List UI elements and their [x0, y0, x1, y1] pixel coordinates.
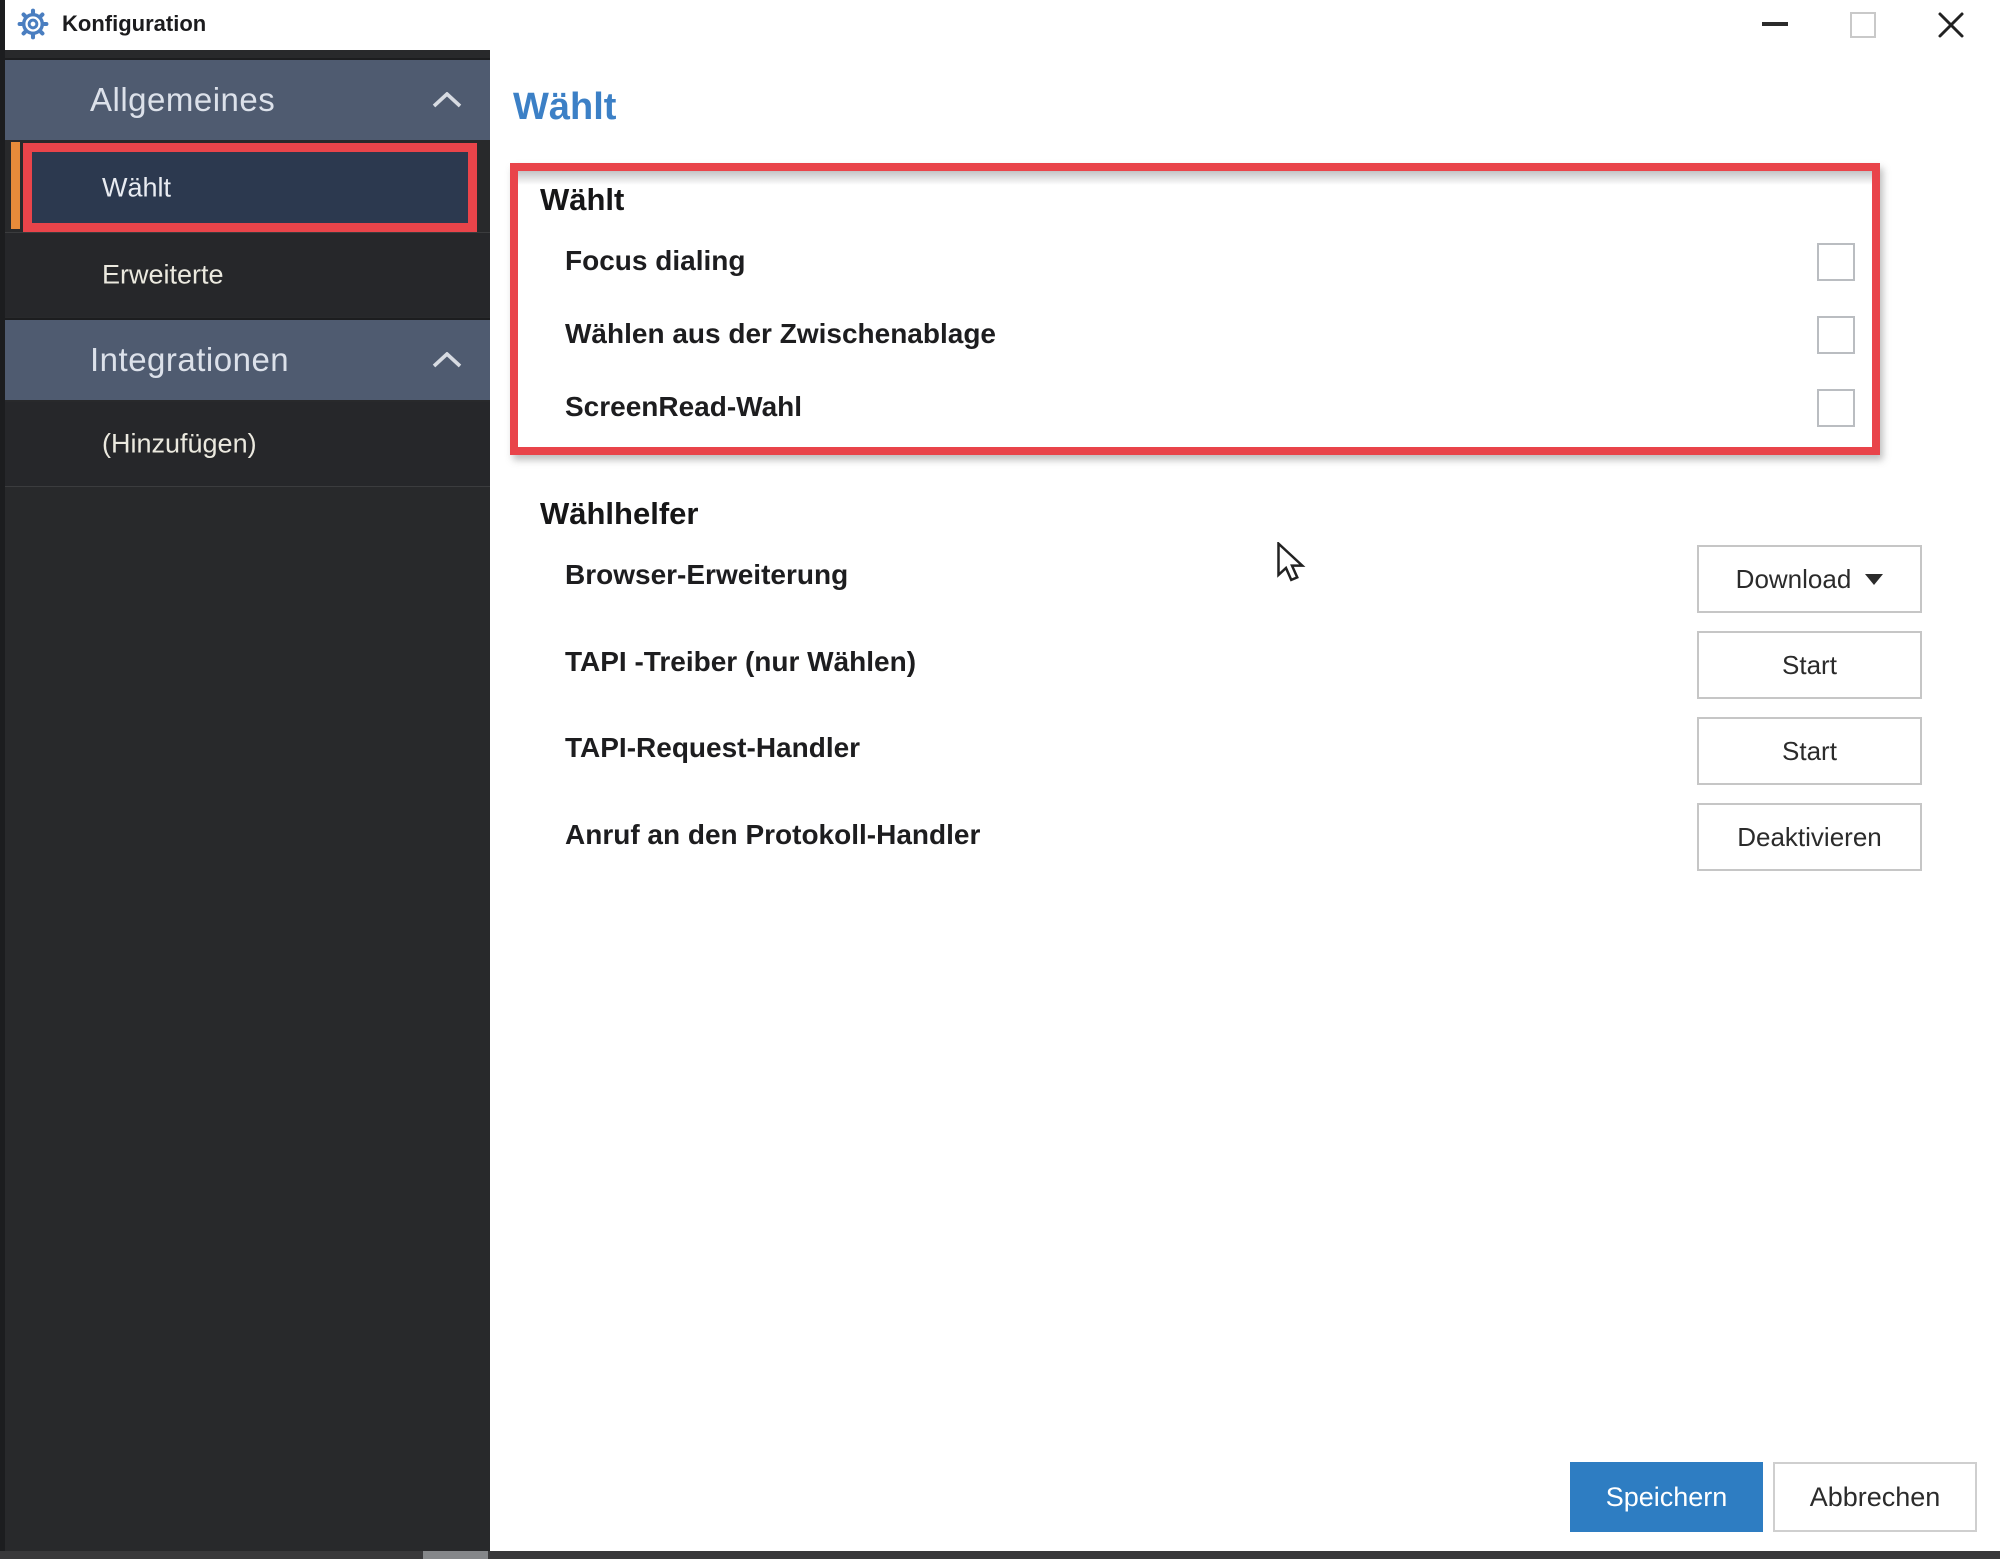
- sidebar-group-label: Allgemeines: [90, 81, 275, 119]
- row-label-protokoll-handler: Anruf an den Protokoll-Handler: [565, 819, 980, 851]
- section-title-waehlhelfer: Wählhelfer: [540, 496, 698, 532]
- maximize-button[interactable]: [1832, 0, 1894, 50]
- minimize-button[interactable]: [1744, 0, 1806, 50]
- window-bottom-edge: [0, 1551, 2000, 1559]
- deaktivieren-button-label: Deaktivieren: [1737, 822, 1882, 853]
- row-label-screenread-wahl: ScreenRead-Wahl: [565, 391, 802, 423]
- sidebar-group-allgemeines[interactable]: Allgemeines: [5, 58, 490, 140]
- close-button[interactable]: [1920, 0, 1982, 50]
- window-title: Konfiguration: [62, 11, 206, 37]
- page-title: Wählt: [513, 86, 616, 129]
- start-button-label: Start: [1782, 736, 1837, 767]
- sidebar-item-label: (Hinzufügen): [102, 429, 257, 460]
- sidebar-item-label: Erweiterte: [102, 260, 224, 291]
- gear-icon: [16, 7, 50, 41]
- start-button-label: Start: [1782, 650, 1837, 681]
- maximize-icon: [1850, 12, 1876, 38]
- annotation-inner-shadow: [518, 171, 1872, 185]
- sidebar: Allgemeines Wählt Erweiterte Integration…: [5, 50, 490, 1559]
- minimize-icon: [1762, 22, 1788, 26]
- sidebar-item-erweiterte[interactable]: Erweiterte: [5, 232, 490, 317]
- download-button-label: Download: [1736, 564, 1852, 595]
- save-button[interactable]: Speichern: [1570, 1462, 1763, 1532]
- window-bottom-edge-segment: [423, 1551, 488, 1559]
- cancel-button[interactable]: Abbrechen: [1773, 1462, 1977, 1532]
- checkbox-zwischenablage[interactable]: [1817, 316, 1855, 354]
- selected-item-accent-bar: [11, 142, 20, 229]
- sidebar-group-label: Integrationen: [90, 341, 289, 379]
- row-label-tapi-request-handler: TAPI-Request-Handler: [565, 732, 860, 764]
- deaktivieren-button[interactable]: Deaktivieren: [1697, 803, 1922, 871]
- sidebar-item-hinzufuegen[interactable]: (Hinzufügen): [5, 402, 490, 487]
- row-label-browser-erweiterung: Browser-Erweiterung: [565, 559, 848, 591]
- dropdown-caret-icon: [1865, 574, 1883, 585]
- sidebar-group-integrationen[interactable]: Integrationen: [5, 318, 490, 400]
- tapi-treiber-start-button[interactable]: Start: [1697, 631, 1922, 699]
- chevron-up-icon: [432, 352, 462, 368]
- title-bar: Konfiguration: [0, 0, 2000, 50]
- mouse-cursor: [1276, 542, 1306, 584]
- download-button[interactable]: Download: [1697, 545, 1922, 613]
- sidebar-item-label: Wählt: [102, 172, 171, 203]
- row-label-zwischenablage: Wählen aus der Zwischenablage: [565, 318, 996, 350]
- sidebar-item-waehlt[interactable]: Wählt: [32, 152, 473, 223]
- konfiguration-window: Konfiguration Allgemeines Wählt: [0, 0, 2000, 1559]
- section-title-waehlt: Wählt: [540, 182, 624, 218]
- chevron-up-icon: [432, 92, 462, 108]
- row-label-tapi-treiber: TAPI -Treiber (nur Wählen): [565, 646, 916, 678]
- tapi-request-start-button[interactable]: Start: [1697, 717, 1922, 785]
- row-label-focus-dialing: Focus dialing: [565, 245, 745, 277]
- checkbox-focus-dialing[interactable]: [1817, 243, 1855, 281]
- checkbox-screenread-wahl[interactable]: [1817, 389, 1855, 427]
- close-icon: [1936, 10, 1966, 40]
